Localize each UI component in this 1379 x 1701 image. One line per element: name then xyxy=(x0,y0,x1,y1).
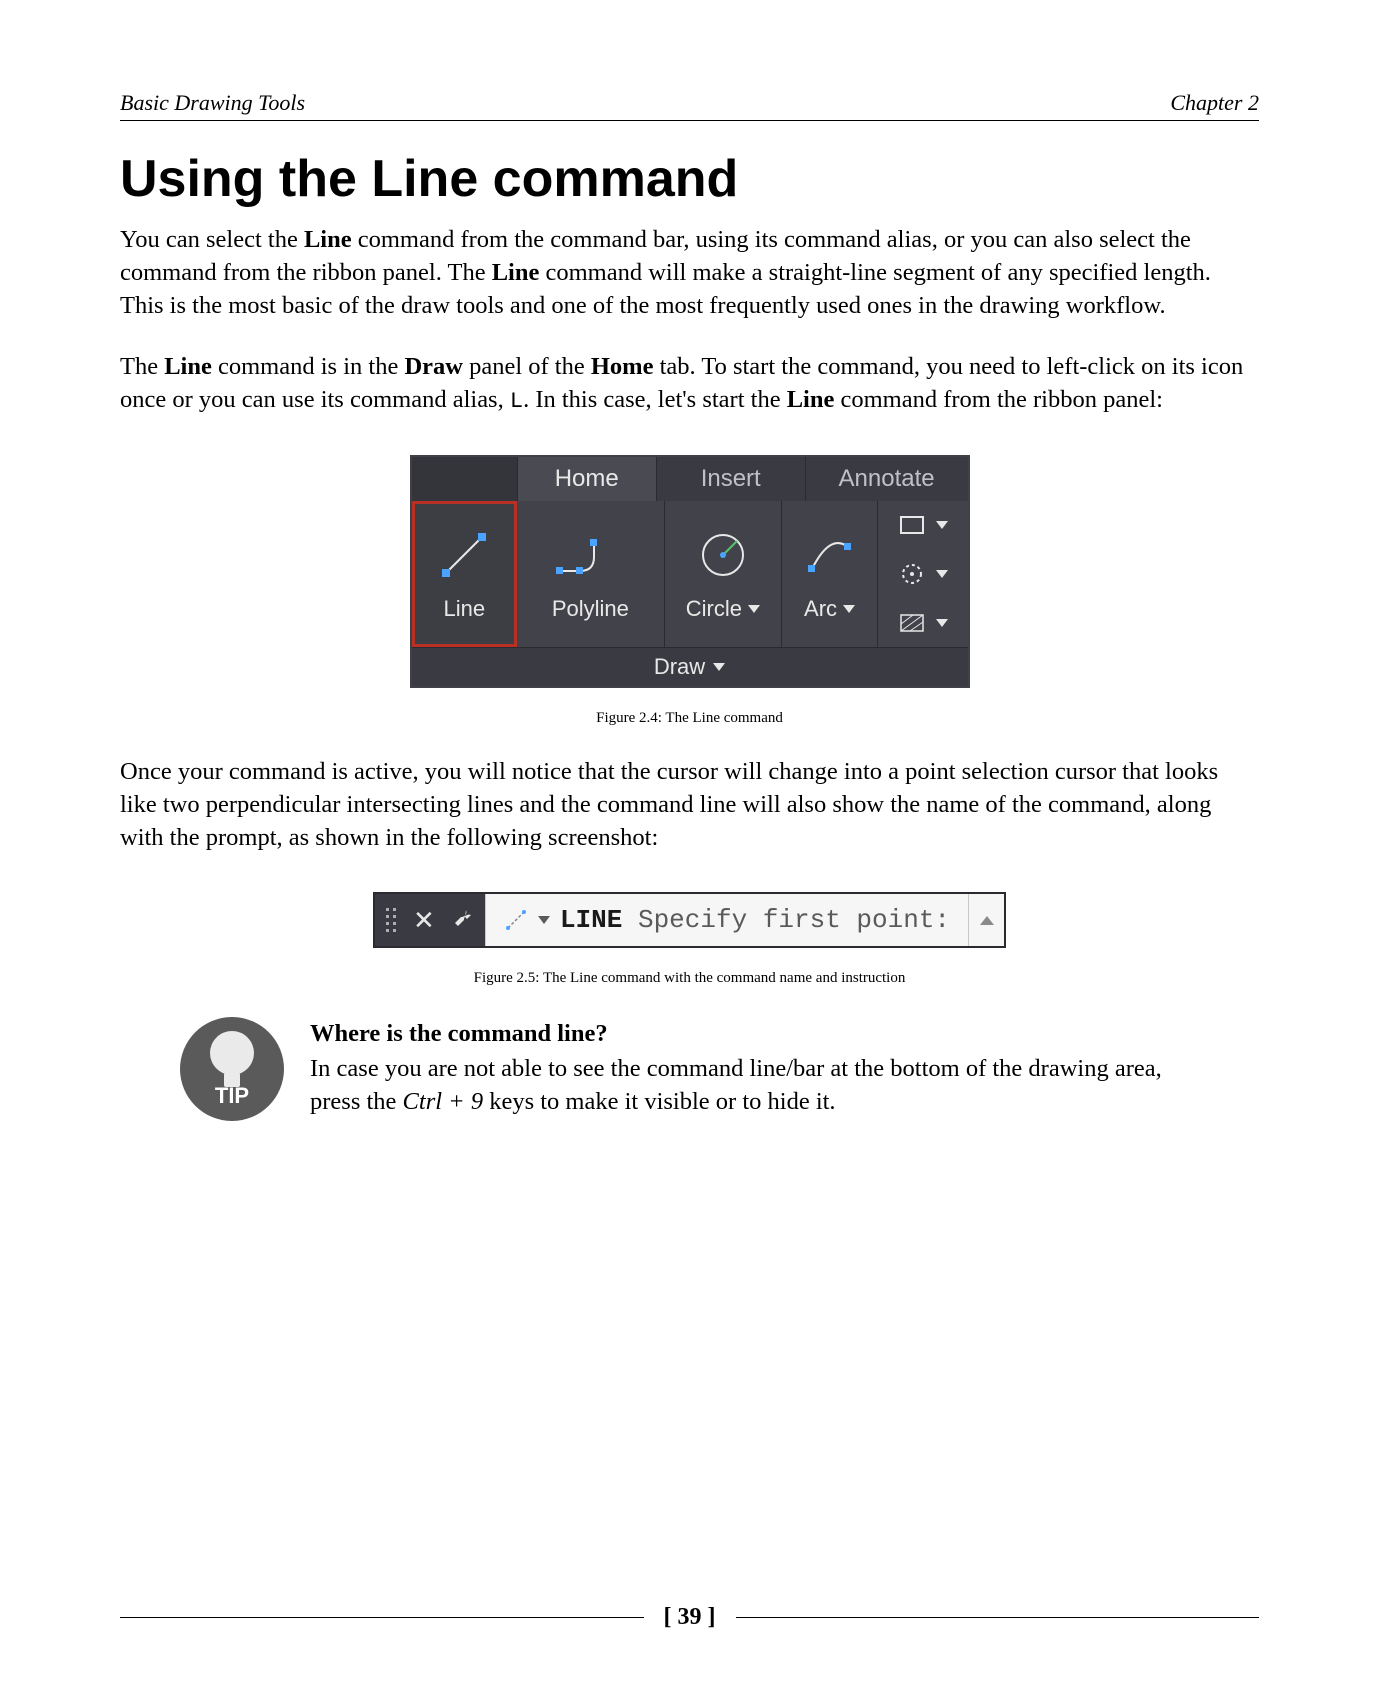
close-icon[interactable]: ✕ xyxy=(413,905,435,936)
line-label: Line xyxy=(444,596,486,622)
figure-2-4-caption: Figure 2.4: The Line command xyxy=(120,710,1259,727)
history-toggle-button[interactable] xyxy=(968,894,1004,946)
tab-home[interactable]: Home xyxy=(517,457,656,501)
circle-tool-button[interactable]: Circle xyxy=(665,501,783,647)
line-icon xyxy=(436,520,492,590)
tip-callout: TIP Where is the command line? In case y… xyxy=(120,1017,1259,1121)
tab-insert-label: Insert xyxy=(701,465,761,493)
tab-annotate-label: Annotate xyxy=(839,465,935,493)
ribbon-tool-row: Line Polyline Circle Arc xyxy=(412,501,968,647)
text: . In this case, let's start the xyxy=(523,386,787,413)
drag-handle-icon[interactable] xyxy=(386,908,396,932)
polyline-label: Polyline xyxy=(552,596,629,622)
keystroke: Ctrl + 9 xyxy=(403,1088,484,1115)
lightbulb-icon xyxy=(210,1031,254,1075)
hatch-tool-button[interactable] xyxy=(898,612,948,634)
page-number: [ 39 ] xyxy=(664,1604,716,1631)
header-left: Basic Drawing Tools xyxy=(120,90,305,116)
tip-label: TIP xyxy=(180,1083,284,1109)
strong-line: Line xyxy=(164,353,212,380)
strong-home: Home xyxy=(591,353,654,380)
command-bar-left: ✕ xyxy=(375,894,485,946)
strong-line: Line xyxy=(304,226,352,253)
arc-label: Arc xyxy=(804,596,837,622)
polyline-tool-button[interactable]: Polyline xyxy=(517,501,664,647)
polyline-icon xyxy=(550,520,630,590)
arc-tool-button[interactable]: Arc xyxy=(782,501,878,647)
ellipse-tool-button[interactable] xyxy=(898,563,948,585)
chevron-down-icon[interactable] xyxy=(538,916,550,924)
chevron-down-icon xyxy=(748,605,760,613)
ribbon-tabs: Home Insert Annotate xyxy=(412,457,968,501)
tip-badge: TIP xyxy=(180,1017,284,1121)
circle-icon xyxy=(695,520,751,590)
footer-rule-left xyxy=(120,1617,644,1619)
paragraph-2: The Line command is in the Draw panel of… xyxy=(120,350,1259,417)
command-name: LINE xyxy=(560,905,622,935)
text: command is in the xyxy=(212,353,405,380)
page-footer: [ 39 ] xyxy=(120,1604,1259,1631)
text: panel of the xyxy=(463,353,591,380)
rectangle-icon xyxy=(898,514,926,536)
command-prompt: Specify first point: xyxy=(622,905,950,935)
ribbon-tab-spacer xyxy=(412,457,517,501)
strong-line-2: Line xyxy=(492,259,540,286)
command-text: LINE Specify first point: xyxy=(560,905,950,935)
draw-panel-label: Draw xyxy=(654,654,705,680)
strong-line-3: Line xyxy=(787,386,835,413)
draw-panel-expander[interactable]: Draw xyxy=(412,647,968,686)
chevron-up-icon xyxy=(980,916,994,925)
command-bar-figure: ✕ LINE Specify first point: xyxy=(373,892,1006,948)
tip-body: Where is the command line? In case you a… xyxy=(310,1017,1199,1118)
wrench-icon[interactable] xyxy=(452,907,474,934)
text: You can select the xyxy=(120,226,304,253)
chevron-down-icon xyxy=(936,619,948,627)
header-right: Chapter 2 xyxy=(1170,90,1259,116)
text: keys to make it visible or to hide it. xyxy=(483,1088,835,1115)
text: command from the ribbon panel: xyxy=(834,386,1163,413)
chevron-down-icon xyxy=(936,521,948,529)
tab-home-label: Home xyxy=(555,465,619,493)
chevron-down-icon xyxy=(843,605,855,613)
tip-question: Where is the command line? xyxy=(310,1017,1199,1050)
line-tool-button[interactable]: Line xyxy=(412,501,518,647)
tab-annotate[interactable]: Annotate xyxy=(805,457,968,501)
running-header: Basic Drawing Tools Chapter 2 xyxy=(120,90,1259,121)
paragraph-1: You can select the Line command from the… xyxy=(120,223,1259,322)
extra-tools-column xyxy=(878,501,968,647)
strong-draw: Draw xyxy=(404,353,463,380)
paragraph-3: Once your command is active, you will no… xyxy=(120,755,1259,854)
circle-label: Circle xyxy=(686,596,742,622)
footer-rule-right xyxy=(736,1617,1260,1619)
ellipse-icon xyxy=(898,563,926,585)
line-icon xyxy=(504,908,528,932)
tab-insert[interactable]: Insert xyxy=(656,457,805,501)
page-title: Using the Line command xyxy=(120,149,1259,209)
inline-code-l: L xyxy=(510,389,523,414)
text: The xyxy=(120,353,164,380)
chevron-down-icon xyxy=(936,570,948,578)
ribbon-figure: Home Insert Annotate Line Polyline Circl… xyxy=(410,455,970,688)
arc-icon xyxy=(802,520,858,590)
rectangle-tool-button[interactable] xyxy=(898,514,948,536)
figure-2-5-caption: Figure 2.5: The Line command with the co… xyxy=(120,970,1259,987)
hatch-icon xyxy=(898,612,926,634)
command-input[interactable]: LINE Specify first point: xyxy=(485,894,968,946)
chevron-down-icon xyxy=(713,663,725,671)
